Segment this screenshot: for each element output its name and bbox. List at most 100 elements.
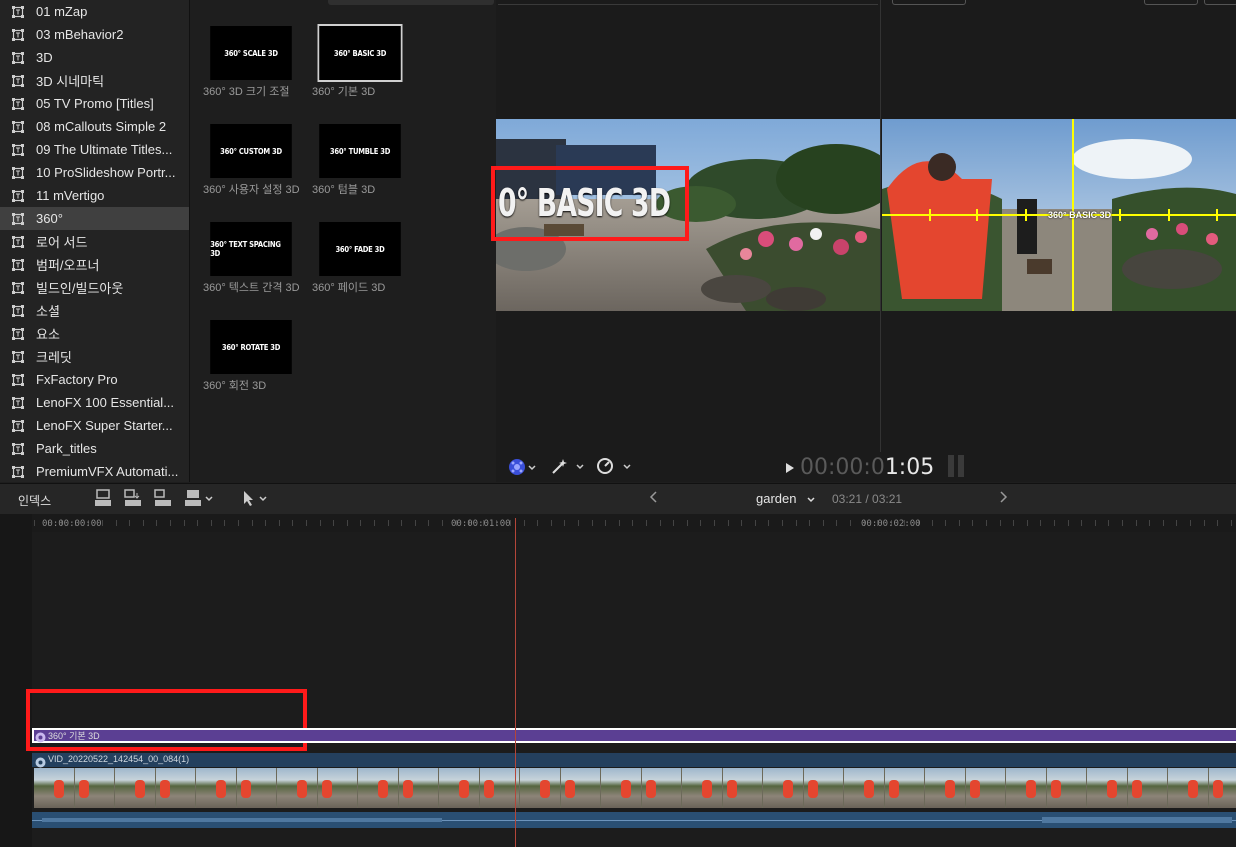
title-thumbnail[interactable]: 360° SCALE 3D	[210, 26, 292, 80]
sidebar-item-label: 03 mBehavior2	[36, 27, 124, 42]
sidebar-item[interactable]: 범퍼/오프너	[0, 253, 189, 276]
filmstrip-frame	[925, 768, 965, 808]
filmstrip-frame	[601, 768, 641, 808]
ruler-tick	[822, 520, 824, 526]
title-generator-icon	[12, 235, 24, 248]
browser-search-bar[interactable]	[328, 0, 494, 5]
chevron-down-icon[interactable]	[806, 492, 816, 510]
sidebar-item[interactable]: 360°	[0, 207, 189, 230]
title-thumbnail[interactable]: 360° TEXT SPACING 3D	[210, 222, 292, 276]
sidebar-item[interactable]: 08 mCallouts Simple 2	[0, 115, 189, 138]
title-thumbnail[interactable]: 360° ROTATE 3D	[210, 320, 292, 374]
title-generator-icon	[12, 350, 24, 363]
video-clip-label: VID_20220522_142454_00_084(1)	[48, 754, 190, 764]
sidebar-item[interactable]: 11 mVertigo	[0, 184, 189, 207]
sidebar-item[interactable]: PremiumVFX Automati...	[0, 460, 189, 482]
filmstrip-frame	[1006, 768, 1046, 808]
ruler-label: 00:00:01:00	[451, 519, 511, 529]
ruler-tick	[958, 520, 960, 526]
filmstrip-person	[702, 780, 712, 798]
next-project-icon[interactable]	[999, 490, 1009, 509]
sidebar-item[interactable]: 09 The Ultimate Titles...	[0, 138, 189, 161]
project-name[interactable]: garden	[756, 491, 796, 506]
ruler-tick	[224, 520, 226, 526]
sidebar-item[interactable]: 03 mBehavior2	[0, 23, 189, 46]
ruler-tick	[782, 520, 783, 526]
play-icon[interactable]	[785, 461, 795, 479]
title-thumbnail[interactable]: 360° FADE 3D	[319, 222, 401, 276]
title-generator-icon	[12, 28, 24, 41]
sidebar-item[interactable]: LenoFX Super Starter...	[0, 414, 189, 437]
sidebar-item[interactable]: 소셜	[0, 299, 189, 322]
filmstrip-person	[216, 780, 226, 798]
sidebar-item[interactable]: 요소	[0, 322, 189, 345]
title-thumbnail[interactable]: 360° BASIC 3D	[317, 24, 403, 82]
filmstrip-frame	[803, 768, 843, 808]
ruler-tick	[387, 520, 389, 526]
filmstrip-person	[1107, 780, 1117, 798]
ruler-tick	[1149, 520, 1151, 526]
sidebar-item[interactable]: 3D	[0, 46, 189, 69]
retime-icon[interactable]	[596, 457, 636, 480]
append-clip-icon[interactable]	[154, 489, 172, 512]
ruler-tick	[170, 520, 171, 526]
filmstrip-person	[864, 780, 874, 798]
title-thumbnail[interactable]: 360° CUSTOM 3D	[210, 124, 292, 178]
sidebar-item[interactable]: LenoFX 100 Essential...	[0, 391, 189, 414]
ruler-tick	[1054, 520, 1055, 526]
ruler-tick	[156, 520, 158, 526]
title-clip[interactable]	[32, 728, 1236, 743]
ruler-tick	[700, 520, 702, 526]
ruler-tick	[292, 520, 294, 526]
previous-project-icon[interactable]	[648, 490, 658, 509]
magic-wand-icon[interactable]	[551, 457, 587, 480]
ruler-tick	[142, 520, 144, 526]
sidebar-item[interactable]: FxFactory Pro	[0, 368, 189, 391]
filmstrip-frame	[479, 768, 519, 808]
timecode-display[interactable]: 00:00:01:05	[800, 455, 934, 480]
viewer-option-button[interactable]	[1204, 0, 1236, 5]
timeline-ruler[interactable]: 00:00:00:00 00:00:01:00 00:00:02:00	[32, 514, 1236, 532]
video-filmstrip[interactable]	[34, 768, 1236, 808]
video-clip-header[interactable]	[32, 753, 1236, 767]
index-button[interactable]: 인덱스	[18, 492, 51, 509]
sidebar-item[interactable]: 10 ProSlideshow Portr...	[0, 161, 189, 184]
sidebar-item[interactable]: Park_titles	[0, 437, 189, 460]
sidebar-item[interactable]: 로어 서드	[0, 230, 189, 253]
ruler-tick	[1067, 520, 1069, 526]
sidebar-item-label: FxFactory Pro	[36, 372, 118, 387]
filmstrip-frame	[155, 768, 195, 808]
viewer-view-button[interactable]	[1144, 0, 1198, 5]
filmstrip-frame	[1087, 768, 1127, 808]
filmstrip-person	[621, 780, 631, 798]
filmstrip-person	[78, 780, 89, 798]
ruler-tick	[1108, 520, 1110, 526]
viewer-preview-360[interactable]: 360° BASIC 3D	[882, 119, 1236, 311]
filmstrip-frame	[722, 768, 762, 808]
sidebar-item[interactable]: 01 mZap	[0, 0, 189, 23]
filmstrip-person	[54, 780, 64, 798]
audio-waveform[interactable]	[32, 812, 1236, 828]
filmstrip-person	[645, 780, 656, 798]
insert-clip-icon[interactable]	[124, 489, 142, 512]
sidebar-item[interactable]: 3D 시네마틱	[0, 69, 189, 92]
viewer-view-buttons[interactable]	[892, 0, 966, 5]
overwrite-clip-icon[interactable]	[184, 489, 218, 512]
title-generator-icon	[12, 465, 24, 478]
sidebar-item[interactable]: 빌드인/빌드아웃	[0, 276, 189, 299]
filmstrip-frame	[844, 768, 884, 808]
select-tool-icon[interactable]	[240, 489, 274, 512]
sidebar-item[interactable]: 크레딧	[0, 345, 189, 368]
highlight-box-title	[491, 166, 689, 241]
playhead[interactable]	[515, 518, 516, 847]
title-thumbnail[interactable]: 360° TUMBLE 3D	[319, 124, 401, 178]
filmstrip-frame	[520, 768, 560, 808]
title-generator-icon	[12, 442, 24, 455]
filmstrip-person	[807, 780, 818, 798]
sidebar-item-label: 빌드인/빌드아웃	[36, 281, 124, 296]
filmstrip-frame	[34, 768, 74, 808]
filmstrip-frame	[1168, 768, 1208, 808]
sidebar-item[interactable]: 05 TV Promo [Titles]	[0, 92, 189, 115]
connect-clip-icon[interactable]	[94, 489, 112, 512]
effects-icon[interactable]	[508, 458, 536, 481]
